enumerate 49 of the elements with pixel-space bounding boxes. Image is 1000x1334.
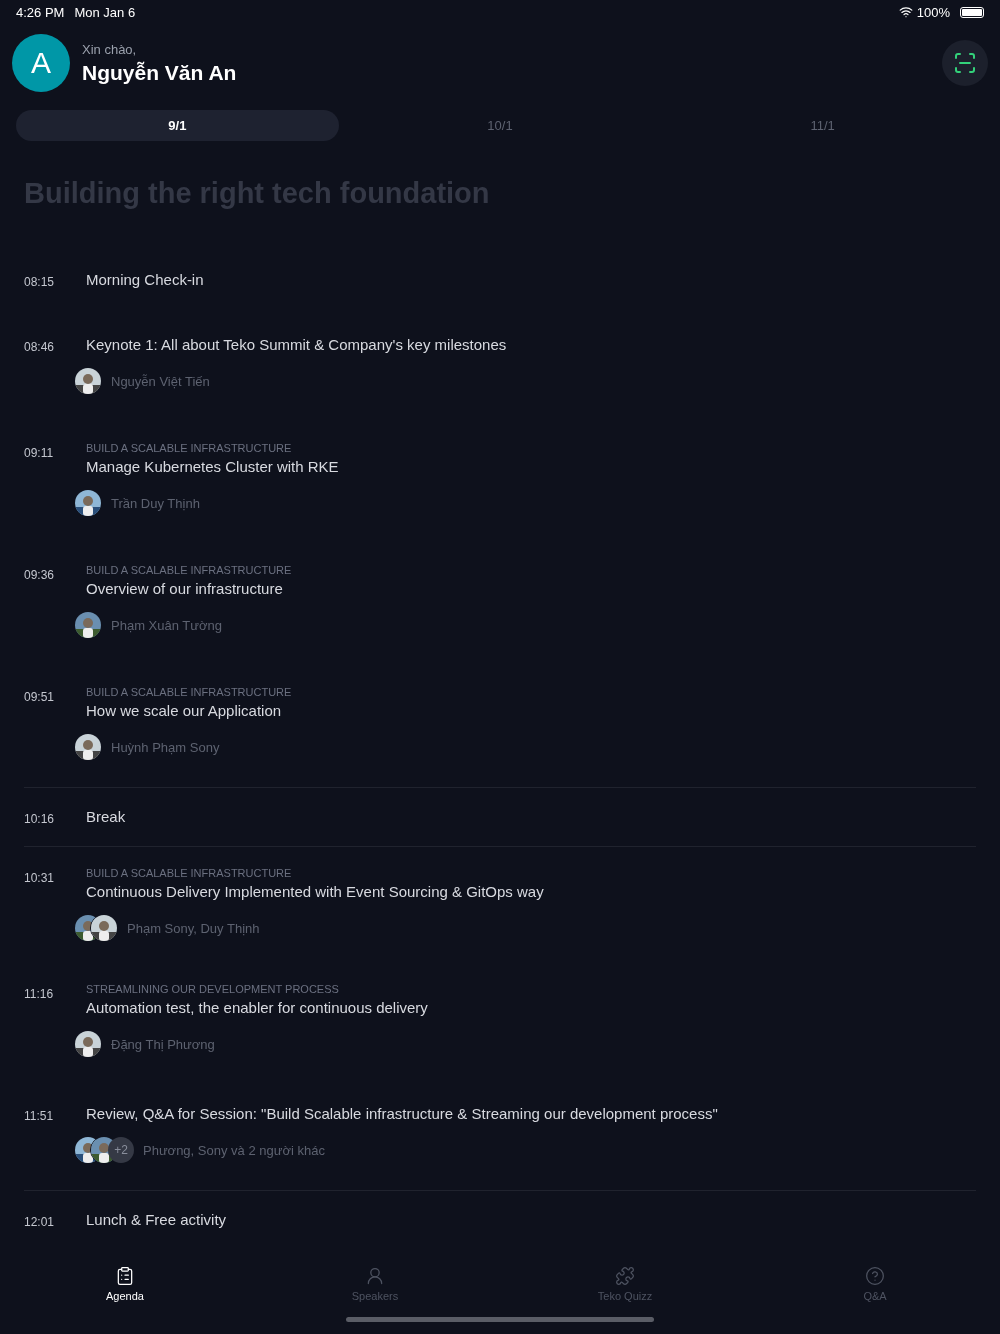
status-date: Mon Jan 6: [74, 4, 136, 20]
greeting: Xin chào,: [82, 41, 138, 57]
track-label: BUILD A SCALABLE INFRASTRUCTURE: [86, 442, 293, 454]
user-name: Nguyễn Văn An: [82, 60, 237, 85]
track-label: STREAMLINING OUR DEVELOPMENT PROCESS: [86, 983, 340, 995]
session-time: 09:11: [24, 445, 55, 462]
session-title[interactable]: Manage Kubernetes Cluster with RKE: [86, 458, 339, 475]
user-avatar: A: [12, 34, 70, 92]
nav-tab[interactable]: Agenda: [0, 1262, 250, 1303]
day-tab[interactable]: 9/1: [16, 110, 339, 141]
scan-icon: [953, 51, 977, 75]
speaker-names: Phạm Xuân Tường: [111, 617, 222, 633]
speaker-names: Phương, Sony và 2 người khác: [143, 1142, 325, 1158]
puzzle-icon: [615, 1266, 635, 1286]
track-label: BUILD A SCALABLE INFRASTRUCTURE: [86, 867, 293, 879]
session-time: 11:51: [24, 1108, 55, 1125]
speaker-names: Nguyễn Việt Tiến: [111, 373, 210, 389]
session-title[interactable]: Automation test, the enabler for continuous delivery: [86, 999, 428, 1016]
help-icon: [865, 1266, 885, 1286]
battery-icon: [960, 6, 984, 18]
session-title[interactable]: Morning Check-in: [86, 271, 204, 288]
battery-percent: 100%: [916, 4, 950, 20]
session-time: 08:15: [24, 274, 56, 289]
person-icon: [365, 1266, 385, 1286]
session-time: 11:16: [24, 986, 55, 1003]
session-title[interactable]: Review, Q&A for Session: "Build Scalable infrastructure & Streaming our development process": [86, 1105, 718, 1122]
break-title: Break: [86, 808, 126, 825]
list-icon: [115, 1266, 135, 1286]
session-time: 08:46: [24, 339, 56, 356]
session-title[interactable]: Keynote 1: All about Teko Summit & Company's key milestones: [86, 336, 507, 353]
speaker-names: Đặng Thị Phương: [111, 1036, 215, 1052]
break-title: Lunch & Free activity: [86, 1211, 227, 1228]
track-label: BUILD A SCALABLE INFRASTRUCTURE: [86, 686, 292, 698]
session-title[interactable]: How we scale our Application: [86, 702, 292, 719]
session-time: 10:16: [24, 811, 56, 826]
session-time: 09:51: [24, 689, 56, 706]
more-count: +2: [108, 1137, 134, 1163]
wifi-icon: [898, 5, 913, 19]
session-time: 10:31: [24, 870, 56, 887]
speaker-names: Huỳnh Phạm Sony: [111, 739, 220, 755]
status-time: 4:26 PM: [16, 4, 65, 20]
session-title[interactable]: Continuous Delivery Implemented with Event Sourcing & GitOps way: [86, 883, 544, 900]
speaker-names: Phạm Sony, Duy Thịnh: [127, 920, 260, 936]
session-title[interactable]: Overview of our infrastructure: [86, 580, 292, 597]
speaker-names: Trần Duy Thịnh: [111, 495, 200, 511]
session-time: 12:01: [24, 1214, 56, 1229]
session-time: 09:36: [24, 567, 56, 584]
track-label: BUILD A SCALABLE INFRASTRUCTURE: [86, 564, 292, 576]
scan-button[interactable]: [942, 40, 988, 86]
